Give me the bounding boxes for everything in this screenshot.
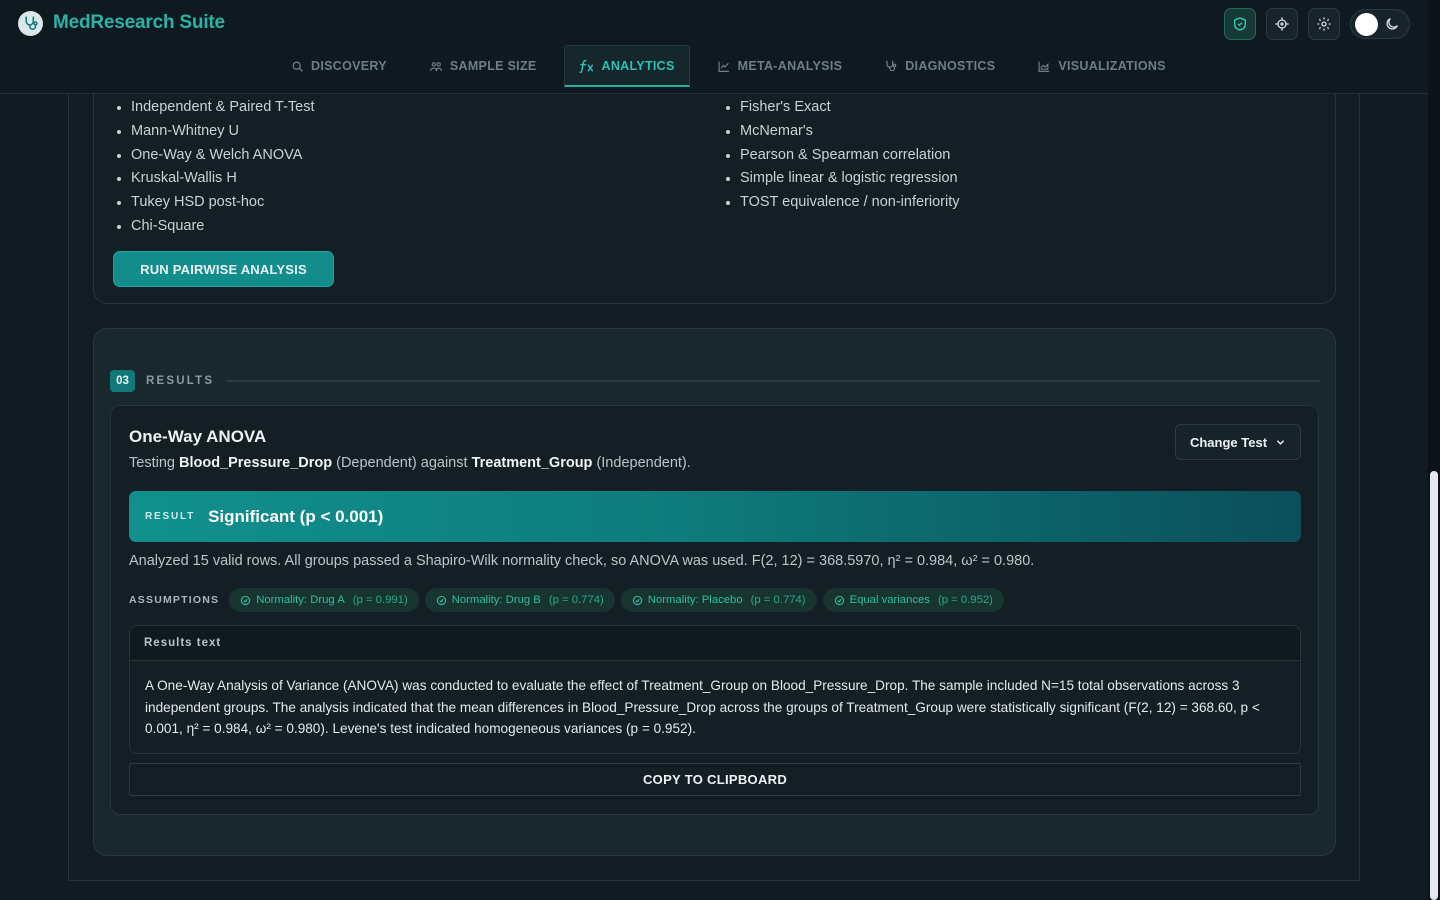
test-description: Testing Blood_Pressure_Drop (Dependent) … xyxy=(129,455,691,471)
stethoscope-icon xyxy=(886,60,897,72)
list-item: Pearson & Spearman correlation xyxy=(723,144,960,168)
copy-to-clipboard-button[interactable]: COPY TO CLIPBOARD xyxy=(129,763,1301,796)
scrollbar[interactable] xyxy=(1428,0,1440,900)
test-list-right: Fisher's Exact McNemar's Pearson & Spear… xyxy=(723,96,960,215)
tab-label: DISCOVERY xyxy=(311,59,387,73)
test-name-title: One-Way ANOVA xyxy=(129,427,267,446)
desc-independent: (Independent). xyxy=(596,455,691,471)
line-chart-icon xyxy=(718,61,729,72)
search-icon xyxy=(292,61,303,72)
assumption-chip: Normality: Drug B (p = 0.774) xyxy=(424,588,615,612)
settings-button[interactable] xyxy=(1308,8,1340,40)
run-pairwise-analysis-button[interactable]: RUN PAIRWISE ANALYSIS xyxy=(113,251,334,287)
test-selection-panel: Independent & Paired T-Test Mann-Whitney… xyxy=(93,60,1336,304)
crosshair-icon xyxy=(1275,17,1289,31)
change-test-label: Change Test xyxy=(1189,434,1268,450)
shield-icon xyxy=(1234,17,1246,31)
list-item: TOST equivalence / non-inferiority xyxy=(723,191,960,215)
result-card: One-Way ANOVA Testing Blood_Pressure_Dro… xyxy=(110,405,1319,815)
results-text-body[interactable]: A One-Way Analysis of Variance (ANOVA) w… xyxy=(130,661,1300,740)
tab-sample-size[interactable]: SAMPLE SIZE xyxy=(414,45,552,87)
list-item: One-Way & Welch ANOVA xyxy=(114,144,315,168)
tab-label: META-ANALYSIS xyxy=(737,59,843,73)
chevron-down-icon xyxy=(1277,439,1284,445)
check-circle-icon xyxy=(241,595,251,605)
assumption-p-value: (p = 0.774) xyxy=(548,594,604,606)
assumption-p-value: (p = 0.774) xyxy=(750,594,806,606)
assumption-chip: Normality: Placebo (p = 0.774) xyxy=(620,588,817,612)
change-test-button[interactable]: Change Test xyxy=(1175,424,1301,460)
theme-toggle[interactable] xyxy=(1350,9,1410,39)
brand[interactable]: MedResearch Suite xyxy=(18,10,225,36)
function-icon xyxy=(579,59,593,73)
test-list-left: Independent & Paired T-Test Mann-Whitney… xyxy=(114,96,315,239)
tab-visualizations[interactable]: VISUALIZATIONS xyxy=(1022,45,1180,87)
tab-discovery[interactable]: DISCOVERY xyxy=(276,45,402,87)
section-number-badge: 03 xyxy=(110,370,135,392)
assumption-p-value: (p = 0.952) xyxy=(937,594,993,606)
assumption-label: Normality: Placebo xyxy=(647,594,743,606)
list-item: Fisher's Exact xyxy=(723,96,960,120)
results-text-label: Results text xyxy=(130,626,1300,661)
app-title: MedResearch Suite xyxy=(53,12,225,33)
assumption-label: Normality: Drug A xyxy=(256,594,345,606)
desc-prefix: Testing xyxy=(129,455,175,471)
stethoscope-logo-icon xyxy=(18,10,43,36)
check-circle-icon xyxy=(436,595,446,605)
significance-value: Significant (p < 0.001) xyxy=(208,506,384,526)
shield-button[interactable] xyxy=(1224,8,1256,40)
results-panel: 03 RESULTS One-Way ANOVA Testing Blood_P… xyxy=(93,328,1336,856)
banner-label: RESULT xyxy=(145,511,196,522)
gear-icon xyxy=(1317,17,1331,31)
list-item: Independent & Paired T-Test xyxy=(114,96,315,120)
list-item: Tukey HSD post-hoc xyxy=(114,191,315,215)
assumption-chip: Equal variances (p = 0.952) xyxy=(822,588,1004,612)
analysis-summary: Analyzed 15 valid rows. All groups passe… xyxy=(129,553,1035,569)
assumptions-label: ASSUMPTIONS xyxy=(129,594,220,606)
check-circle-icon xyxy=(632,595,642,605)
main-nav: DISCOVERY SAMPLE SIZE ANALYTICS META-ANA… xyxy=(276,45,1193,87)
area-chart-icon xyxy=(1038,61,1050,72)
tab-analytics[interactable]: ANALYTICS xyxy=(563,45,690,87)
assumption-chip: Normality: Drug A (p = 0.991) xyxy=(229,588,419,612)
section-label: RESULTS xyxy=(146,375,215,387)
list-item: Kruskal-Wallis H xyxy=(114,167,315,191)
users-icon xyxy=(429,61,442,71)
tab-meta-analysis[interactable]: META-ANALYSIS xyxy=(702,45,858,87)
results-text-box: Results text A One-Way Analysis of Varia… xyxy=(129,625,1301,754)
scrollbar-thumb[interactable] xyxy=(1430,471,1438,900)
check-circle-icon xyxy=(834,595,844,605)
list-item: Mann-Whitney U xyxy=(114,120,315,144)
page-content: Independent & Paired T-Test Mann-Whitney… xyxy=(68,0,1360,881)
dependent-variable: Blood_Pressure_Drop xyxy=(178,455,333,471)
header-actions xyxy=(1224,8,1410,40)
crosshair-button[interactable] xyxy=(1266,8,1298,40)
assumption-p-value: (p = 0.991) xyxy=(352,594,408,606)
tab-diagnostics[interactable]: DIAGNOSTICS xyxy=(869,45,1010,87)
list-item: Simple linear & logistic regression xyxy=(723,167,960,191)
tab-label: SAMPLE SIZE xyxy=(449,59,537,73)
result-banner: RESULT Significant (p < 0.001) xyxy=(129,491,1301,542)
tab-label: DIAGNOSTICS xyxy=(905,59,996,73)
list-item: McNemar's xyxy=(723,120,960,144)
moon-icon xyxy=(1386,18,1398,30)
desc-dependent: (Dependent) against xyxy=(336,455,468,471)
assumptions-row: ASSUMPTIONS Normality: Drug A (p = 0.991… xyxy=(129,588,1010,612)
section-divider xyxy=(227,380,1320,382)
section-header: 03 RESULTS xyxy=(110,369,1320,393)
toggle-knob xyxy=(1355,13,1378,36)
list-item: Chi-Square xyxy=(114,215,315,239)
assumption-label: Equal variances xyxy=(849,594,930,606)
app-header: MedResearch Suite DISCOVERY SAMPLE SIZE … xyxy=(0,0,1428,94)
tab-label: VISUALIZATIONS xyxy=(1058,59,1166,73)
assumption-label: Normality: Drug B xyxy=(451,594,541,606)
tab-label: ANALYTICS xyxy=(601,58,675,73)
independent-variable: Treatment_Group xyxy=(471,455,593,471)
